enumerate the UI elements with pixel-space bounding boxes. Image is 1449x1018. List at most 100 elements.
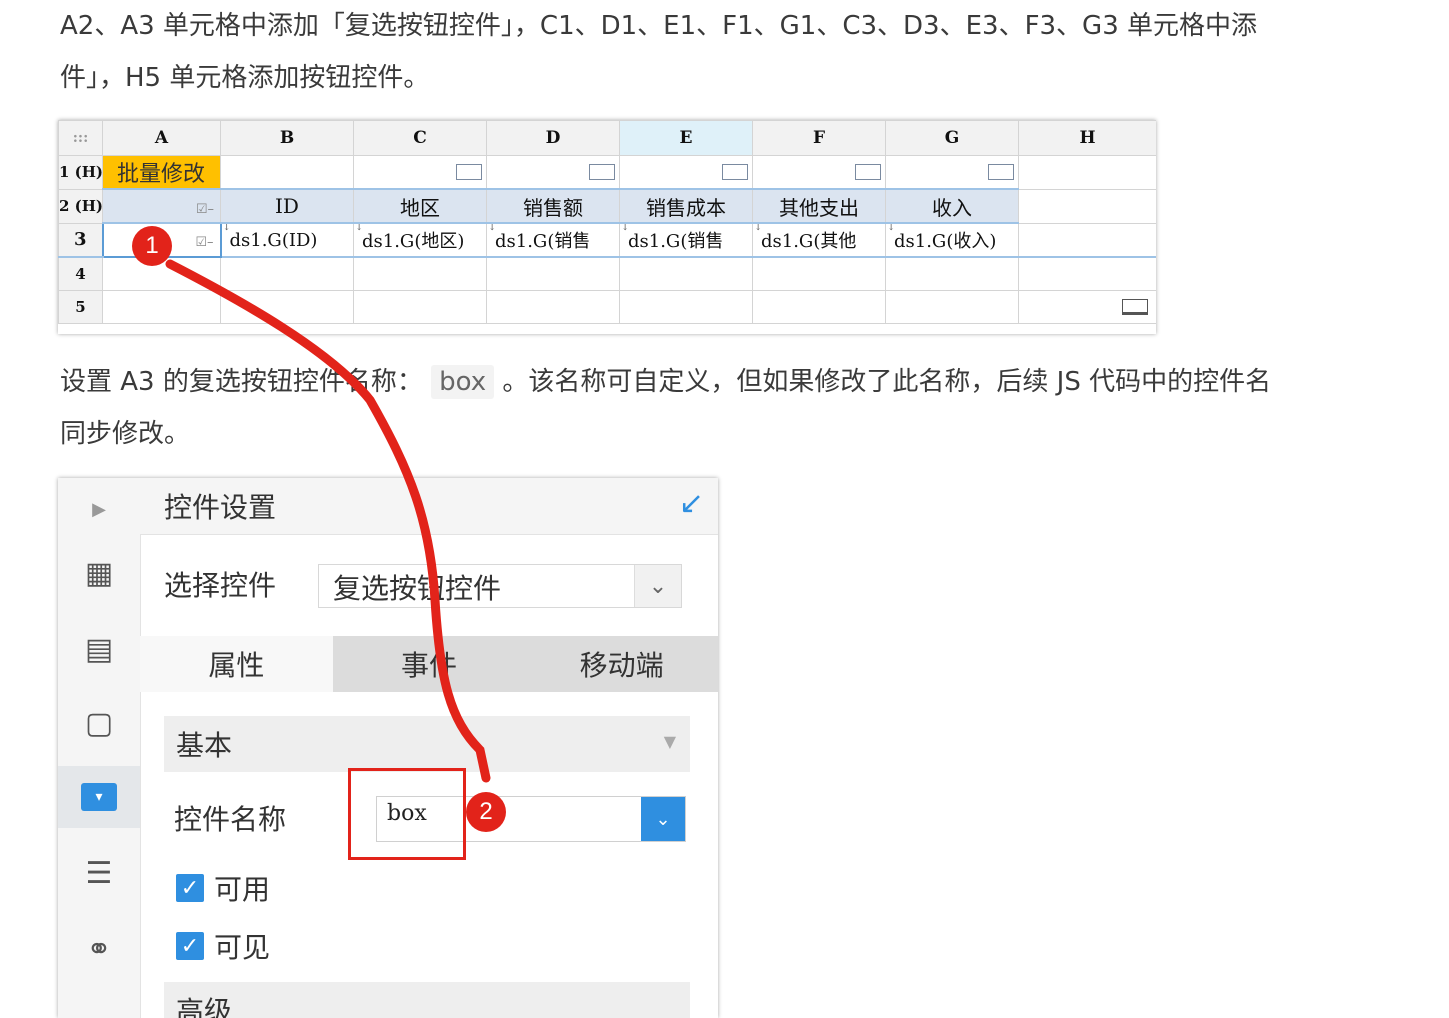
paragraph-line-1: A2、A3 单元格中添加「复选按钮控件」，C1、D1、E1、F1、G1、C3、D… xyxy=(60,11,1258,41)
cell-info-icon[interactable]: ▤ xyxy=(58,618,140,680)
col-header-b[interactable]: B xyxy=(220,120,354,156)
col-header-e[interactable]: E xyxy=(619,120,753,156)
select-widget-label: 选择控件 xyxy=(164,569,277,602)
table-row: 3 ☑– ↓ ds1.G(ID) ↓ ds1.G(地区) ↓ ds1.G(销售 ↓ ds… xyxy=(58,222,1156,258)
checkmark-icon: ✓ xyxy=(176,932,204,960)
cell-c4[interactable] xyxy=(353,256,487,291)
column-header-row: ::: A B C D E F G H xyxy=(58,120,1156,156)
cell-b3[interactable]: ↓ ds1.G(ID) xyxy=(220,222,354,258)
cell-d1[interactable] xyxy=(486,155,620,190)
cell-e3[interactable]: ↓ ds1.G(销售 xyxy=(619,222,753,258)
expand-down-icon: ↓ xyxy=(222,223,231,233)
expand-down-icon: ↓ xyxy=(887,223,896,233)
cell-c3[interactable]: ↓ ds1.G(地区) xyxy=(353,222,487,258)
expand-down-icon: ↓ xyxy=(488,223,497,233)
expand-down-icon: ↓ xyxy=(754,223,763,233)
widget-name-label: 控件名称 xyxy=(174,803,287,836)
text-widget-icon xyxy=(855,164,881,180)
cell-e4[interactable] xyxy=(619,256,753,291)
group-basic[interactable]: 基本 ▼ xyxy=(164,716,690,772)
table-row: 1 (H) 批量修改 xyxy=(58,155,1156,190)
row-header-3[interactable]: 3 xyxy=(58,222,103,258)
col-header-h[interactable]: H xyxy=(1018,120,1156,156)
visible-checkbox[interactable]: ✓ 可见 xyxy=(176,926,270,966)
cell-e2[interactable]: 销售成本 xyxy=(619,188,753,224)
cell-g4[interactable] xyxy=(885,256,1019,291)
col-header-g[interactable]: G xyxy=(885,120,1019,156)
cell-g3[interactable]: ↓ ds1.G(收入) xyxy=(885,222,1019,258)
tab-events[interactable]: 事件 xyxy=(332,636,526,692)
cell-h1[interactable] xyxy=(1018,155,1156,190)
panel-tabs: 属性 事件 移动端 xyxy=(140,636,718,692)
annotation-highlight-box xyxy=(348,768,466,860)
row-header-5[interactable]: 5 xyxy=(58,290,103,324)
cell-h4[interactable] xyxy=(1018,256,1156,291)
panel-header: 控件设置 ↙ xyxy=(140,478,718,535)
panel-title: 控件设置 xyxy=(164,491,277,524)
cell-g5[interactable] xyxy=(885,290,1019,324)
enabled-checkbox[interactable]: ✓ 可用 xyxy=(176,868,270,908)
col-header-f[interactable]: F xyxy=(752,120,886,156)
corner-cell[interactable]: ::: xyxy=(58,120,103,156)
cell-d4[interactable] xyxy=(486,256,620,291)
cell-b1[interactable] xyxy=(220,155,354,190)
cell-f1[interactable] xyxy=(752,155,886,190)
inline-code: box xyxy=(431,365,495,399)
cell-icon[interactable]: ▦ xyxy=(58,542,140,604)
row-header-4[interactable]: 4 xyxy=(58,256,103,291)
cell-c2[interactable]: 地区 xyxy=(353,188,487,224)
group-advanced[interactable]: 高级 xyxy=(164,982,690,1018)
tab-mobile[interactable]: 移动端 xyxy=(525,636,718,692)
text-widget-icon xyxy=(722,164,748,180)
cell-d5[interactable] xyxy=(486,290,620,324)
cell-b2[interactable]: ID xyxy=(220,188,354,224)
cell-h5[interactable] xyxy=(1018,290,1156,324)
cell-f5[interactable] xyxy=(752,290,886,324)
cell-f4[interactable] xyxy=(752,256,886,291)
tab-properties[interactable]: 属性 xyxy=(140,636,333,692)
cell-a1[interactable]: 批量修改 xyxy=(102,155,221,190)
chevron-down-icon[interactable]: ⌄ xyxy=(634,565,681,607)
frame-icon[interactable]: ▢ xyxy=(58,692,140,754)
expand-down-icon: ↓ xyxy=(355,223,364,233)
cell-f3[interactable]: ↓ ds1.G(其他 xyxy=(752,222,886,258)
side-rail: ▶ ▦ ▤ ▢ ▾ ☰ ⚭ xyxy=(58,478,141,1018)
table-row: 2 (H) ☑– ID 地区 销售额 销售成本 其他支出 收入 xyxy=(58,188,1156,224)
group-advanced-label: 高级 xyxy=(176,995,233,1018)
layout-icon[interactable]: ☰ xyxy=(58,842,140,904)
chevron-down-icon[interactable]: ⌄ xyxy=(641,797,685,841)
cell-e5[interactable] xyxy=(619,290,753,324)
cell-c1[interactable] xyxy=(353,155,487,190)
cell-a2[interactable]: ☑– xyxy=(102,188,221,224)
cell-d2[interactable]: 销售额 xyxy=(486,188,620,224)
link-icon[interactable]: ⚭ xyxy=(58,918,140,980)
cell-b4[interactable] xyxy=(220,256,354,291)
collapse-arrow-icon[interactable]: ▶ xyxy=(58,478,140,540)
annotation-badge-1: 1 xyxy=(132,226,172,266)
col-header-a[interactable]: A xyxy=(102,120,221,156)
row-header-2[interactable]: 2 (H) xyxy=(58,188,103,224)
widget-type-select[interactable]: 复选按钮控件 ⌄ xyxy=(318,564,682,608)
cell-b5[interactable] xyxy=(220,290,354,324)
cell-d3[interactable]: ↓ ds1.G(销售 xyxy=(486,222,620,258)
spreadsheet-screenshot: ::: A B C D E F G H 1 (H) 批量修改 2 (H) ☑– … xyxy=(58,120,1156,334)
collapse-corner-icon[interactable]: ↙ xyxy=(679,486,704,521)
cell-g1[interactable] xyxy=(885,155,1019,190)
widget-settings-panel: ▶ ▦ ▤ ▢ ▾ ☰ ⚭ 控件设置 ↙ 选择控件 复选按钮控件 ⌄ 属性 事件… xyxy=(58,478,718,1018)
col-header-c[interactable]: C xyxy=(353,120,487,156)
cell-a5[interactable] xyxy=(102,290,221,324)
text-widget-icon xyxy=(589,164,615,180)
cell-h2[interactable] xyxy=(1018,188,1156,224)
paragraph-line-4: 同步修改。 xyxy=(60,419,191,449)
widget-icon[interactable]: ▾ xyxy=(58,766,140,828)
cell-e1[interactable] xyxy=(619,155,753,190)
table-row: 5 xyxy=(58,290,1156,324)
expand-down-icon: ↓ xyxy=(621,223,630,233)
row-header-1[interactable]: 1 (H) xyxy=(58,155,103,190)
cell-h3[interactable] xyxy=(1018,222,1156,258)
group-basic-label: 基本 xyxy=(176,729,233,762)
col-header-d[interactable]: D xyxy=(486,120,620,156)
cell-g2[interactable]: 收入 xyxy=(885,188,1019,224)
cell-f2[interactable]: 其他支出 xyxy=(752,188,886,224)
cell-c5[interactable] xyxy=(353,290,487,324)
